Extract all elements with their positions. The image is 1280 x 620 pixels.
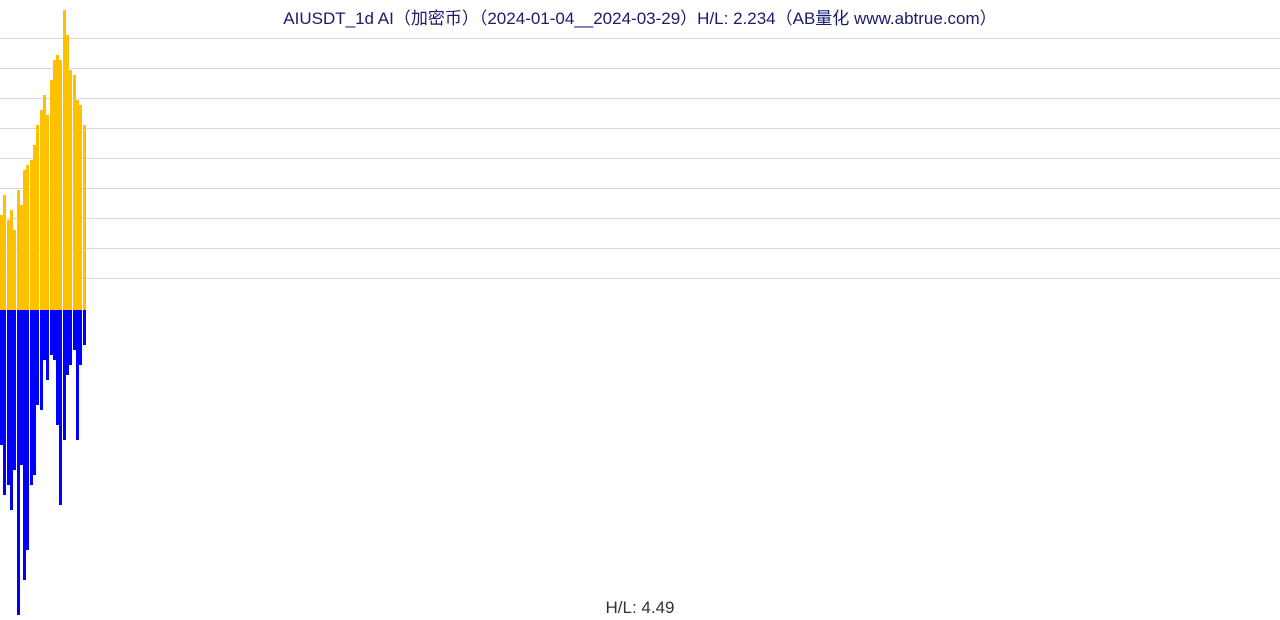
bar-up bbox=[83, 125, 86, 310]
chart-area bbox=[0, 0, 1280, 620]
bars-layer bbox=[0, 0, 1280, 620]
bar-down bbox=[83, 310, 86, 345]
bottom-label: H/L: 4.49 bbox=[0, 598, 1280, 618]
chart-title: AIUSDT_1d AI（加密币）（2024-01-04__2024-03-29… bbox=[0, 4, 1280, 29]
